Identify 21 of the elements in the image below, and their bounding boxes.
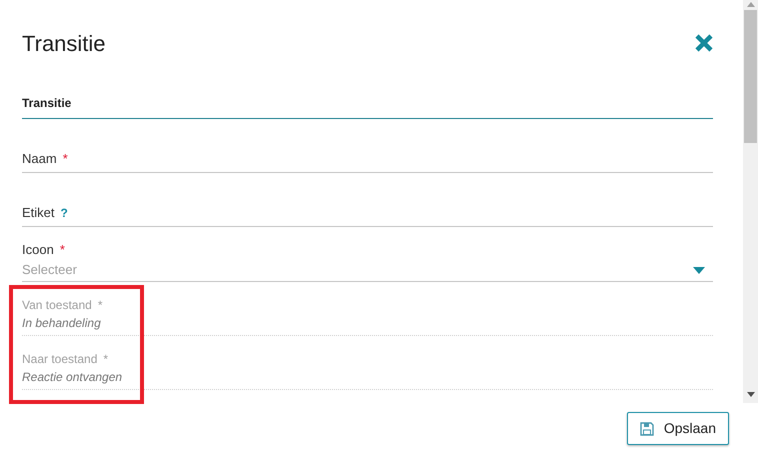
field-label: Icoon [22, 241, 54, 260]
dropdown-caret-icon [693, 266, 705, 274]
required-mark: * [98, 297, 103, 314]
close-button[interactable] [695, 34, 713, 52]
field-value: In behandeling [22, 315, 102, 332]
scroll-up-icon[interactable] [746, 2, 754, 7]
section-title: Transitie [22, 95, 72, 112]
field-label: Etiket [22, 204, 55, 222]
save-button[interactable]: Opslaan [626, 412, 729, 445]
required-mark: * [103, 351, 108, 368]
field-value: Reactie ontvangen [22, 369, 124, 386]
field-label: Naam [22, 150, 57, 168]
help-icon[interactable]: ? [60, 204, 68, 222]
field-label: Naar toestand [22, 351, 98, 368]
dialog-title: Transitie [22, 30, 106, 58]
scrollbar[interactable] [743, 0, 758, 403]
icon-select[interactable]: Selecteer [22, 259, 713, 281]
scroll-down-icon[interactable] [746, 392, 754, 397]
required-mark: * [60, 241, 65, 260]
required-mark: * [62, 150, 68, 168]
field-label: Van toestand [22, 297, 92, 314]
